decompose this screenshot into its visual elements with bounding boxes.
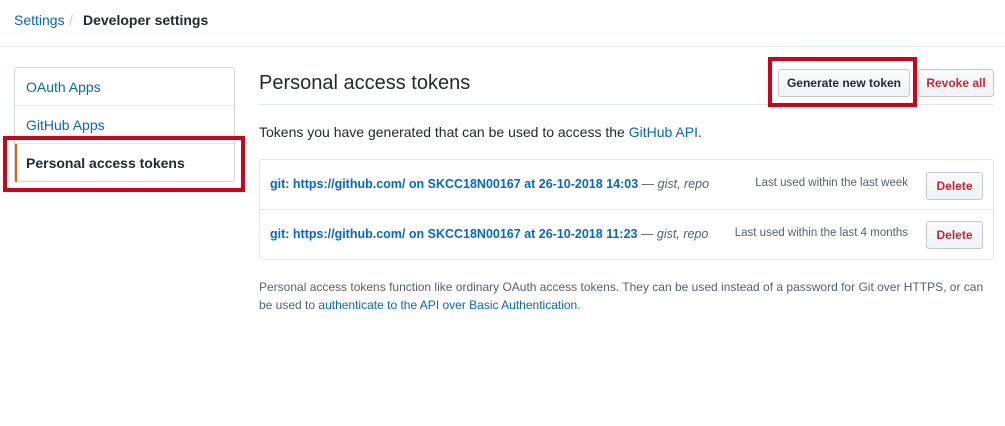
- sidebar-item-github-apps[interactable]: GitHub Apps: [15, 106, 234, 144]
- breadcrumb: Settings / Developer settings: [0, 0, 1005, 47]
- basic-auth-link[interactable]: authenticate to the API over Basic Authe…: [318, 298, 577, 312]
- sidebar-item-personal-access-tokens[interactable]: Personal access tokens: [15, 144, 234, 182]
- footnote-end: .: [577, 298, 581, 312]
- breadcrumb-current: Developer settings: [83, 12, 209, 28]
- token-list: git: https://github.com/ on SKCC18N00167…: [259, 159, 994, 260]
- token-row: git: https://github.com/ on SKCC18N00167…: [260, 210, 993, 260]
- breadcrumb-separator: /: [69, 12, 73, 28]
- delete-token-button[interactable]: Delete: [926, 221, 983, 249]
- revoke-all-button[interactable]: Revoke all: [918, 69, 994, 97]
- token-dash: —: [637, 227, 657, 241]
- sidebar-item-oauth-apps[interactable]: OAuth Apps: [15, 68, 234, 106]
- delete-token-button[interactable]: Delete: [926, 172, 983, 200]
- token-scopes: gist, repo: [657, 177, 710, 191]
- token-row: git: https://github.com/ on SKCC18N00167…: [260, 160, 993, 210]
- token-name-link[interactable]: git: https://github.com/ on SKCC18N00167…: [270, 177, 638, 191]
- page-title: Personal access tokens: [259, 72, 471, 94]
- token-name-link[interactable]: git: https://github.com/ on SKCC18N00167…: [270, 227, 637, 241]
- footnote-text: Personal access tokens function like ord…: [259, 278, 999, 314]
- intro-text: Tokens you have generated that can be us…: [259, 124, 702, 140]
- generate-new-token-button[interactable]: Generate new token: [778, 69, 910, 97]
- title-divider: [259, 104, 994, 105]
- token-last-used: Last used within the last week: [755, 177, 908, 189]
- intro-text-body: Tokens you have generated that can be us…: [259, 124, 629, 140]
- token-description: git: https://github.com/ on SKCC18N00167…: [270, 227, 708, 241]
- breadcrumb-settings-link[interactable]: Settings: [14, 12, 65, 28]
- github-api-link[interactable]: GitHub API: [629, 124, 698, 140]
- token-scopes: gist, repo: [656, 227, 709, 241]
- sidebar-nav: OAuth Apps GitHub Apps Personal access t…: [14, 67, 235, 182]
- token-description: git: https://github.com/ on SKCC18N00167…: [270, 177, 709, 191]
- token-last-used: Last used within the last 4 months: [734, 227, 908, 239]
- intro-text-end: .: [697, 124, 702, 140]
- token-dash: —: [638, 177, 658, 191]
